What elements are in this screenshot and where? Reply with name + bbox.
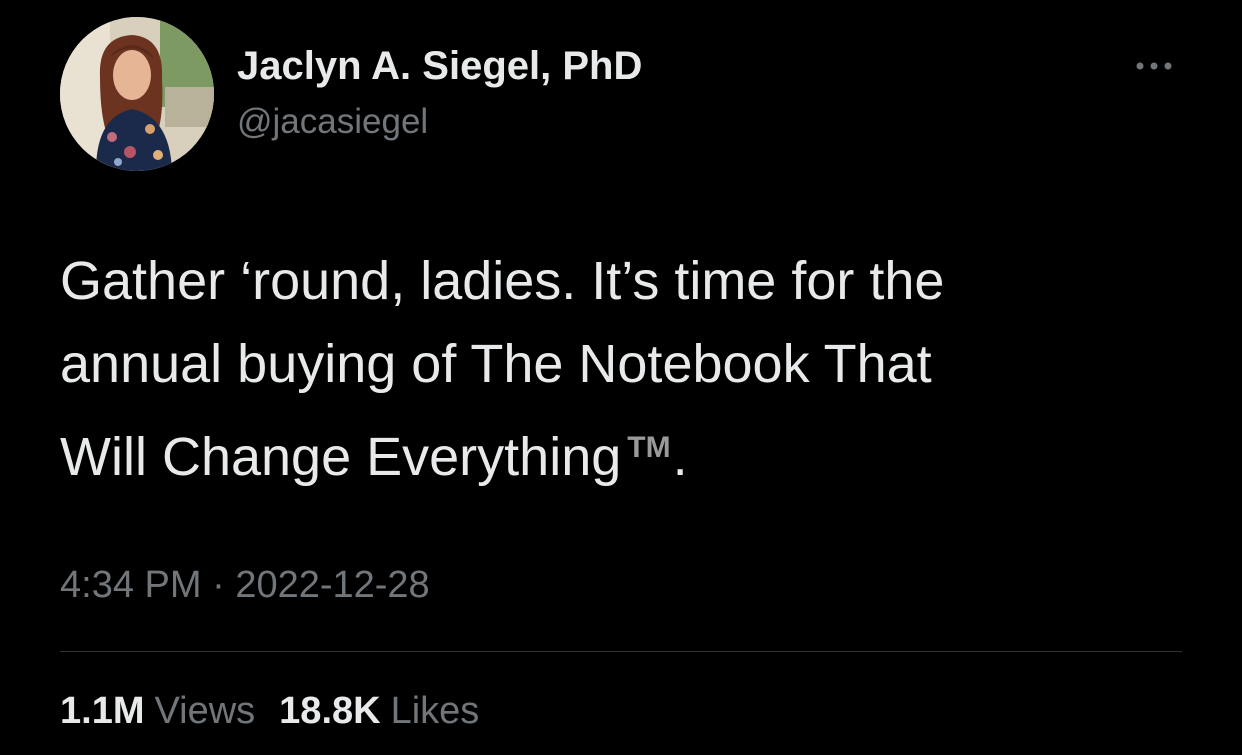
views-label: Views bbox=[154, 690, 256, 732]
avatar-photo-icon bbox=[60, 17, 214, 171]
tweet-text-line: annual buying of The Notebook That bbox=[60, 334, 932, 394]
likes-count: 18.8K bbox=[279, 690, 381, 732]
trademark-symbol: TM bbox=[627, 431, 671, 464]
divider bbox=[60, 651, 1182, 652]
views-stat[interactable]: 1.1M Views bbox=[60, 690, 255, 732]
meta-separator: · bbox=[212, 564, 225, 606]
author-handle[interactable]: @jacasiegel bbox=[237, 102, 428, 142]
likes-label: Likes bbox=[390, 690, 480, 732]
tweet-text-line: Gather ‘round, ladies. It’s time for the bbox=[60, 251, 945, 311]
likes-stat[interactable]: 18.8K Likes bbox=[279, 690, 479, 732]
tweet-time: 4:34 PM bbox=[60, 564, 202, 606]
tweet-card: Jaclyn A. Siegel, PhD @jacasiegel Gather… bbox=[0, 0, 1242, 755]
tweet-text-segment: Will Change Everything bbox=[60, 427, 622, 487]
tweet-text-line: Will Change Everything TM. bbox=[60, 406, 1180, 499]
author-display-name[interactable]: Jaclyn A. Siegel, PhD bbox=[237, 44, 642, 89]
tweet-text-punctuation: . bbox=[672, 427, 688, 487]
tweet-timestamp[interactable]: 4:34 PM · 2022-12-28 bbox=[60, 564, 430, 607]
more-options-icon[interactable] bbox=[1128, 52, 1180, 80]
tweet-date: 2022-12-28 bbox=[235, 564, 430, 606]
tweet-stats: 1.1M Views 18.8K Likes bbox=[60, 690, 479, 733]
avatar[interactable] bbox=[60, 17, 214, 171]
tweet-text: Gather ‘round, ladies. It’s time for the… bbox=[60, 240, 1180, 499]
views-count: 1.1M bbox=[60, 690, 145, 732]
